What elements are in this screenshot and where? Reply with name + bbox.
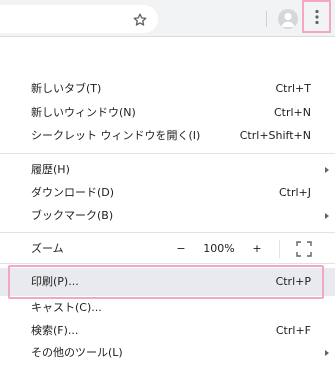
zoom-label: ズーム	[31, 242, 64, 255]
zoom-in-button[interactable]: +	[248, 236, 266, 262]
menu-item-zoom: ズーム − 100% +	[0, 236, 335, 262]
menu-item-new-tab[interactable]: 新しいタブ(T) Ctrl+T	[0, 76, 335, 102]
zoom-out-button[interactable]: −	[172, 236, 190, 262]
browser-toolbar	[0, 0, 335, 36]
menu-separator	[0, 153, 335, 154]
menu-item-label: 新しいタブ(T)	[31, 82, 102, 95]
zoom-level: 100%	[203, 242, 235, 255]
fullscreen-button[interactable]	[296, 241, 312, 257]
chevron-right-icon	[325, 167, 329, 173]
profile-avatar-button[interactable]	[278, 9, 298, 29]
bookmark-star-button[interactable]	[129, 9, 151, 31]
menu-button-highlight	[302, 0, 331, 33]
avatar-icon	[281, 12, 295, 27]
chevron-right-icon	[325, 213, 329, 219]
menu-item-shortcut: Ctrl+Shift+N	[239, 129, 311, 142]
toolbar-divider	[266, 11, 267, 27]
zoom-divider	[279, 240, 280, 258]
menu-item-more-tools[interactable]: その他のツール(L)	[0, 340, 335, 366]
fullscreen-icon	[296, 241, 312, 257]
menu-item-incognito[interactable]: シークレット ウィンドウを開く(I) Ctrl+Shift+N	[0, 123, 335, 149]
chevron-right-icon	[325, 350, 329, 356]
menu-item-shortcut: Ctrl+T	[275, 82, 311, 95]
menu-item-bookmarks[interactable]: ブックマーク(B)	[0, 203, 335, 229]
star-icon	[133, 13, 147, 26]
toolbar-divider-line	[0, 36, 335, 37]
menu-item-label: シークレット ウィンドウを開く(I)	[31, 129, 201, 142]
menu-item-label: ブックマーク(B)	[31, 209, 114, 222]
menu-item-label: その他のツール(L)	[31, 346, 123, 359]
menu-separator	[0, 232, 335, 233]
print-highlight-box	[8, 265, 324, 299]
menu-separator	[0, 263, 335, 264]
